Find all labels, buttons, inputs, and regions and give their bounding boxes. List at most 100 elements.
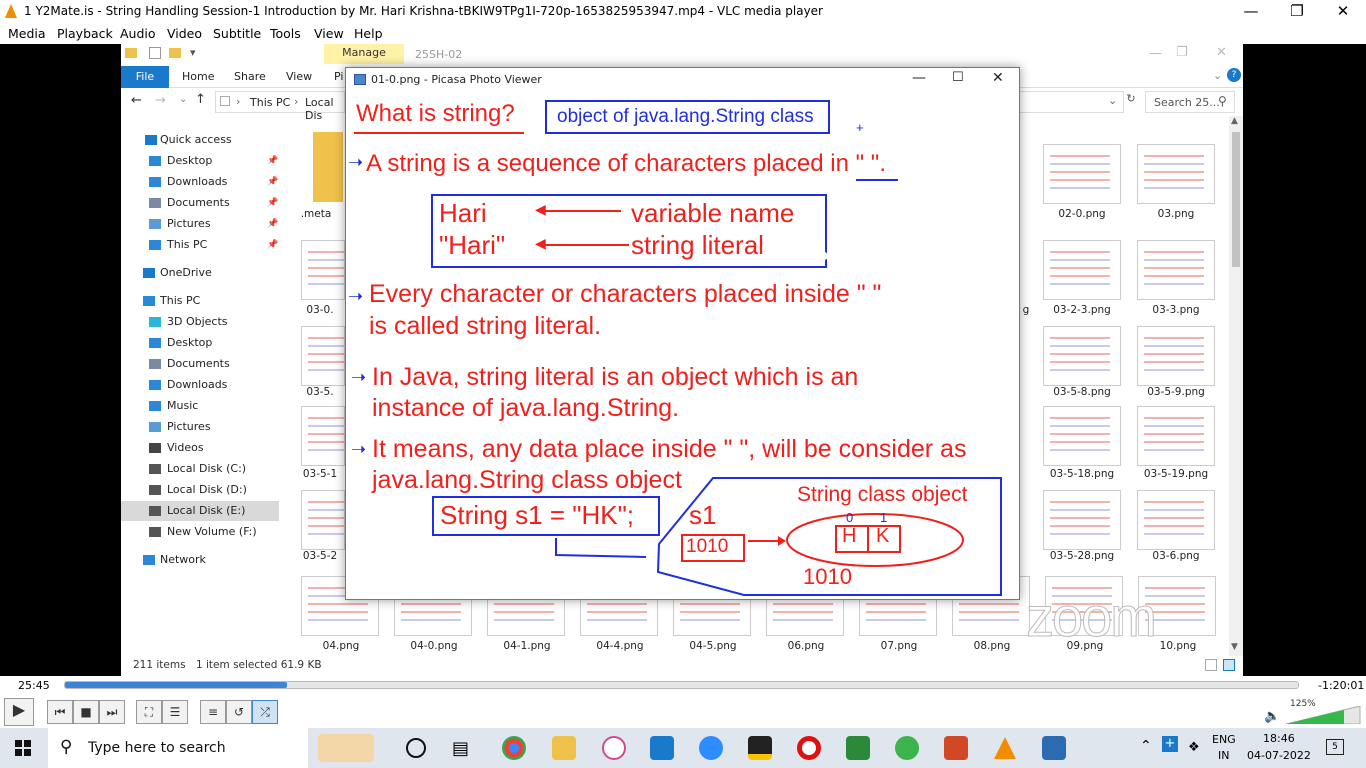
picasa-maximize-button[interactable]: ☐ xyxy=(952,70,964,85)
nav-item[interactable]: Pictures xyxy=(121,417,279,437)
fullscreen-button[interactable]: ⛶ xyxy=(136,700,162,724)
file-thumbnail[interactable] xyxy=(1137,490,1215,550)
volume-slider[interactable] xyxy=(1286,706,1362,724)
picasa-close-button[interactable]: ✕ xyxy=(992,70,1004,86)
new-folder-icon[interactable] xyxy=(169,48,181,58)
scroll-up-icon[interactable]: ▲ xyxy=(1231,116,1238,126)
previous-button[interactable]: ⏮ xyxy=(47,700,73,724)
minimize-button[interactable]: — xyxy=(1228,0,1274,23)
cortana-icon[interactable] xyxy=(406,738,426,758)
file-thumbnail[interactable] xyxy=(1043,240,1121,300)
file-thumbnail[interactable] xyxy=(1043,144,1121,204)
nav-item[interactable]: Downloads xyxy=(121,375,279,395)
explorer-minimize-icon[interactable]: — xyxy=(1149,46,1162,61)
wifi-icon[interactable]: ❖ xyxy=(1188,740,1200,755)
menu-video[interactable]: Video xyxy=(167,26,202,41)
taskbar-search-box[interactable]: ⚲ Type here to search xyxy=(48,728,374,768)
address-segment-this-pc[interactable]: This PC xyxy=(250,96,290,109)
file-thumbnail[interactable] xyxy=(301,326,368,386)
nav-item[interactable]: Documents 📌 xyxy=(121,193,279,213)
forward-arrow-icon[interactable]: → xyxy=(155,93,166,108)
nav-item[interactable]: Documents xyxy=(121,354,279,374)
maximize-button[interactable]: ❐ xyxy=(1274,0,1320,23)
chrome-icon[interactable] xyxy=(502,736,526,760)
language-bottom[interactable]: IN xyxy=(1218,749,1229,762)
play-button[interactable]: ▶ xyxy=(4,698,34,726)
scroll-down-icon[interactable]: ▼ xyxy=(1231,642,1238,652)
back-arrow-icon[interactable]: ← xyxy=(131,93,142,108)
details-view-icon[interactable] xyxy=(1205,659,1217,671)
large-icons-view-icon[interactable] xyxy=(1223,659,1235,671)
file-thumbnail[interactable] xyxy=(1043,406,1121,466)
nav-item[interactable]: Quick access xyxy=(121,130,279,150)
store-icon[interactable] xyxy=(650,736,674,760)
ribbon-expand-icon[interactable]: ⌄ xyxy=(1213,69,1222,82)
loop-button[interactable]: ↺ xyxy=(226,700,252,724)
powerpoint-icon[interactable] xyxy=(944,736,968,760)
file-thumbnail[interactable] xyxy=(301,490,368,550)
nav-item[interactable]: Music xyxy=(121,396,279,416)
address-bar-end[interactable]: ⌄ xyxy=(1019,91,1124,113)
ribbon-tab-share[interactable]: Share xyxy=(234,70,266,83)
nav-item[interactable]: 3D Objects xyxy=(121,312,279,332)
clock-time[interactable]: 18:46 xyxy=(1263,732,1295,745)
nav-item[interactable]: This PC 📌 xyxy=(121,235,279,255)
vlc-taskbar-icon[interactable] xyxy=(994,737,1016,759)
file-thumbnail[interactable] xyxy=(1137,326,1215,386)
ribbon-tab-file[interactable]: File xyxy=(121,66,169,88)
ribbon-tab-home[interactable]: Home xyxy=(182,70,214,83)
file-thumbnail[interactable] xyxy=(301,406,368,466)
record-icon[interactable] xyxy=(797,736,821,760)
next-button[interactable]: ⏭ xyxy=(99,700,125,724)
nav-item[interactable]: New Volume (F:) xyxy=(121,522,279,542)
address-bar[interactable]: › This PC › Local Dis xyxy=(215,91,345,122)
properties-icon[interactable] xyxy=(149,47,161,59)
nav-item[interactable]: Desktop xyxy=(121,333,279,353)
nav-item[interactable]: Desktop 📌 xyxy=(121,151,279,171)
ribbon-tab-picture-tools[interactable]: Pi xyxy=(334,70,343,83)
chart-app-icon[interactable] xyxy=(846,736,870,760)
nav-item[interactable]: Videos xyxy=(121,438,279,458)
taskbar-search-input[interactable]: Type here to search xyxy=(88,740,226,756)
notification-icon[interactable]: 5 xyxy=(1326,739,1344,755)
menu-tools[interactable]: Tools xyxy=(270,26,301,41)
language-top[interactable]: ENG xyxy=(1212,733,1236,746)
tray-app-icon[interactable]: + xyxy=(1162,736,1178,752)
nav-item[interactable]: Network xyxy=(121,550,279,570)
menu-view[interactable]: View xyxy=(314,26,344,41)
tray-expand-icon[interactable]: ⌃ xyxy=(1140,738,1152,754)
file-thumbnail[interactable] xyxy=(301,240,368,300)
nav-item[interactable]: OneDrive xyxy=(121,263,279,283)
sticky-notes-icon[interactable] xyxy=(748,736,772,760)
address-dropdown-icon[interactable]: ⌄ xyxy=(1108,94,1117,107)
playlist-button[interactable]: ≡ xyxy=(200,700,226,724)
zoom-icon[interactable] xyxy=(699,736,723,760)
extended-settings-button[interactable]: ☰ xyxy=(162,700,188,724)
nav-item[interactable]: This PC xyxy=(121,291,279,311)
picasa-minimize-button[interactable]: — xyxy=(912,70,926,86)
refresh-icon[interactable]: ↻ xyxy=(1123,92,1139,112)
photos-icon[interactable] xyxy=(1042,736,1066,760)
file-thumbnail[interactable] xyxy=(1137,144,1215,204)
explorer-maximize-icon[interactable]: ❐ xyxy=(1176,45,1188,60)
task-view-icon[interactable]: ▤ xyxy=(452,738,469,759)
file-explorer-icon[interactable] xyxy=(552,736,576,760)
seek-bar[interactable] xyxy=(64,681,1299,689)
close-button[interactable]: ✕ xyxy=(1320,0,1366,23)
vertical-scrollbar[interactable]: ▲ ▼ xyxy=(1229,116,1243,656)
nav-item[interactable]: Local Disk (C:) xyxy=(121,459,279,479)
quick-access-dropdown-icon[interactable]: ▾ xyxy=(190,46,196,59)
nav-item[interactable]: Local Disk (D:) xyxy=(121,480,279,500)
windows-start-icon[interactable] xyxy=(15,740,31,756)
leaf-app-icon[interactable] xyxy=(895,736,919,760)
clock-date[interactable]: 04-07-2022 xyxy=(1247,749,1311,762)
scrollbar-thumb[interactable] xyxy=(1232,132,1240,267)
menu-playback[interactable]: Playback xyxy=(57,26,113,41)
address-segment-local-disk[interactable]: Local Dis xyxy=(305,96,344,122)
menu-subtitle[interactable]: Subtitle xyxy=(213,26,261,41)
shuffle-button[interactable]: ⤮ xyxy=(252,700,278,724)
file-thumbnail[interactable] xyxy=(1043,490,1121,550)
file-thumbnail[interactable] xyxy=(1137,406,1215,466)
file-thumbnail[interactable] xyxy=(1043,326,1121,386)
nav-item[interactable]: Pictures 📌 xyxy=(121,214,279,234)
